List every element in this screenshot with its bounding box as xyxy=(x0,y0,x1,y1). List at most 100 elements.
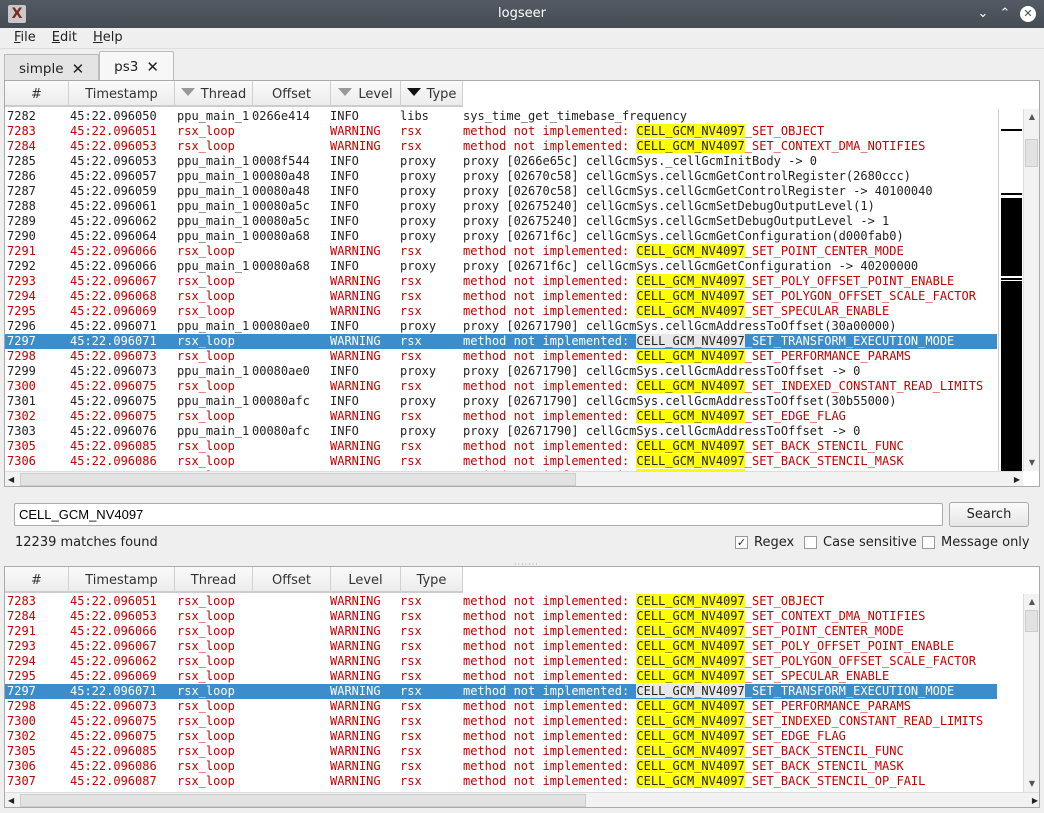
row-thread: rsx_loop xyxy=(177,289,235,303)
column-header-thread[interactable]: Thread xyxy=(175,567,253,593)
column-header-id[interactable]: # xyxy=(5,567,69,593)
message-text: method not implemented: xyxy=(463,684,637,698)
scroll-left-icon[interactable]: ◀ xyxy=(8,472,14,486)
table-row[interactable]: 7286 45:22.096057 ppu_main_1 00080a48 INFO pr… xyxy=(5,169,997,184)
column-header-type[interactable]: Type xyxy=(401,81,463,107)
scroll-down-icon[interactable]: ▼ xyxy=(1024,455,1039,471)
row-level: INFO xyxy=(330,199,359,213)
maximize-button[interactable]: ⌃ xyxy=(994,0,1016,28)
horizontal-scrollbar[interactable]: ◀ ▶ xyxy=(5,792,1039,807)
table-row[interactable]: 7299 45:22.096073 ppu_main_1 00080ae0 INFO pr… xyxy=(5,364,997,379)
horizontal-scrollbar[interactable]: ◀ ▶ xyxy=(5,471,1023,486)
row-id: 7284 xyxy=(7,139,36,153)
row-id: 7303 xyxy=(7,424,36,438)
table-row[interactable]: 7290 45:22.096064 ppu_main_1 00080a68 INFO pr… xyxy=(5,229,997,244)
row-type: rsx xyxy=(400,124,422,138)
message-only-checkbox[interactable]: Message only xyxy=(922,535,1030,550)
table-row[interactable]: 7283 45:22.096051 rsx_loop WARNING rsx method… xyxy=(5,124,997,139)
row-message: method not implemented: CELL_GCM_NV4097_… xyxy=(463,289,976,304)
table-row[interactable]: 7284 45:22.096053 rsx_loop WARNING rsx method… xyxy=(5,609,997,624)
vertical-scrollbar[interactable]: ▲ ▼ xyxy=(1023,594,1039,792)
table-row[interactable]: 7295 45:22.096069 rsx_loop WARNING rsx method… xyxy=(5,304,997,319)
table-row[interactable]: 7298 45:22.096073 rsx_loop WARNING rsx method… xyxy=(5,699,997,714)
column-label: Type xyxy=(416,572,447,588)
message-text: _SET_BACK_STENCIL_MASK xyxy=(744,454,904,468)
row-thread: ppu_main_1 xyxy=(177,229,250,243)
table-row[interactable]: 7292 45:22.096066 ppu_main_1 00080a68 INFO pr… xyxy=(5,259,997,274)
scroll-right-icon[interactable]: ▶ xyxy=(1014,472,1020,486)
tab-simple[interactable]: simple ✕ xyxy=(4,54,100,82)
row-thread: rsx_loop xyxy=(177,609,235,623)
row-timestamp: 45:22.096075 xyxy=(70,394,157,408)
menu-help[interactable]: Help xyxy=(85,28,131,48)
table-row[interactable]: 7287 45:22.096059 ppu_main_1 00080a48 INFO pr… xyxy=(5,184,997,199)
row-thread: ppu_main_1 xyxy=(177,424,250,438)
row-thread: rsx_loop xyxy=(177,729,235,743)
table-row[interactable]: 7295 45:22.096069 rsx_loop WARNING rsx method… xyxy=(5,669,997,684)
table-row[interactable]: 7298 45:22.096073 rsx_loop WARNING rsx method… xyxy=(5,349,997,364)
message-text: method not implemented: xyxy=(463,379,637,393)
table-row[interactable]: 7305 45:22.096085 rsx_loop WARNING rsx method… xyxy=(5,439,997,454)
scroll-up-icon[interactable]: ▲ xyxy=(1024,109,1039,125)
match-minimap[interactable] xyxy=(998,109,1023,471)
table-row[interactable]: 7289 45:22.096062 ppu_main_1 00080a5c INFO pr… xyxy=(5,214,997,229)
table-row[interactable]: 7284 45:22.096053 rsx_loop WARNING rsx method… xyxy=(5,139,997,154)
table-row[interactable]: 7294 45:22.096062 rsx_loop WARNING rsx method… xyxy=(5,654,997,669)
message-text: method not implemented: xyxy=(463,274,637,288)
table-row[interactable]: 7305 45:22.096085 rsx_loop WARNING rsx method… xyxy=(5,744,997,759)
table-row[interactable]: 7282 45:22.096050 ppu_main_1 0266e414 INFO li… xyxy=(5,109,997,124)
filter-icon[interactable] xyxy=(406,88,421,96)
search-input[interactable] xyxy=(14,503,943,526)
vertical-scrollbar[interactable]: ▲ ▼ xyxy=(1023,109,1039,471)
menu-edit[interactable]: Edit xyxy=(44,28,85,48)
column-header-timestamp[interactable]: Timestamp xyxy=(69,567,175,593)
message-text: _SET_SPECULAR_ENABLE xyxy=(744,304,890,318)
table-row[interactable]: 7293 45:22.096067 rsx_loop WARNING rsx method… xyxy=(5,639,997,654)
table-row[interactable]: 7291 45:22.096066 rsx_loop WARNING rsx method… xyxy=(5,244,997,259)
column-header-id[interactable]: # xyxy=(5,81,69,107)
table-row[interactable]: 7307 45:22.096087 rsx_loop WARNING rsx method… xyxy=(5,774,997,789)
column-header-level[interactable]: Level xyxy=(331,567,401,593)
column-header-offset[interactable]: Offset xyxy=(253,81,331,107)
table-row[interactable]: 7302 45:22.096075 rsx_loop WARNING rsx method… xyxy=(5,409,997,424)
row-message: proxy [02670c58] cellGcmSys.cellGcmGetCo… xyxy=(463,169,911,184)
case-sensitive-checkbox[interactable]: Case sensitive xyxy=(804,535,917,550)
table-row[interactable]: 7300 45:22.096075 rsx_loop WARNING rsx method… xyxy=(5,714,997,729)
row-level: WARNING xyxy=(330,699,381,713)
scroll-up-icon[interactable]: ▲ xyxy=(1024,594,1039,610)
close-button[interactable]: ✕ xyxy=(1020,6,1036,22)
table-row[interactable]: 7293 45:22.096067 rsx_loop WARNING rsx method… xyxy=(5,274,997,289)
filter-icon[interactable] xyxy=(338,88,353,96)
column-header-offset[interactable]: Offset xyxy=(253,567,331,593)
table-row[interactable]: 7283 45:22.096051 rsx_loop WARNING rsx method… xyxy=(5,594,997,609)
row-level: WARNING xyxy=(330,304,381,318)
table-row[interactable]: 7297 45:22.096071 rsx_loop WARNING rsx method… xyxy=(5,334,997,349)
column-header-thread[interactable]: Thread xyxy=(175,81,253,107)
column-header-level[interactable]: Level xyxy=(331,81,401,107)
table-row[interactable]: 7296 45:22.096071 ppu_main_1 00080ae0 INFO pr… xyxy=(5,319,997,334)
table-row[interactable]: 7294 45:22.096068 rsx_loop WARNING rsx method… xyxy=(5,289,997,304)
table-row[interactable]: 7297 45:22.096071 rsx_loop WARNING rsx method… xyxy=(5,684,997,699)
table-row[interactable]: 7300 45:22.096075 rsx_loop WARNING rsx method… xyxy=(5,379,997,394)
search-button[interactable]: Search xyxy=(949,502,1029,527)
table-row[interactable]: 7291 45:22.096066 rsx_loop WARNING rsx method… xyxy=(5,624,997,639)
tab-ps3[interactable]: ps3 ✕ xyxy=(99,51,174,82)
scroll-down-icon[interactable]: ▼ xyxy=(1024,776,1039,792)
column-header-timestamp[interactable]: Timestamp xyxy=(69,81,175,107)
scroll-left-icon[interactable]: ◀ xyxy=(8,793,14,807)
scroll-right-icon[interactable]: ▶ xyxy=(1032,793,1038,807)
menu-file[interactable]: File xyxy=(6,28,44,48)
table-row[interactable]: 7302 45:22.096075 rsx_loop WARNING rsx method… xyxy=(5,729,997,744)
column-header-type[interactable]: Type xyxy=(401,567,463,593)
table-row[interactable]: 7303 45:22.096076 ppu_main_1 00080afc INFO pr… xyxy=(5,424,997,439)
table-row[interactable]: 7288 45:22.096061 ppu_main_1 00080a5c INFO pr… xyxy=(5,199,997,214)
table-row[interactable]: 7285 45:22.096053 ppu_main_1 0008f544 INFO pr… xyxy=(5,154,997,169)
filter-icon[interactable] xyxy=(180,88,195,96)
table-row[interactable]: 7306 45:22.096086 rsx_loop WARNING rsx method… xyxy=(5,759,997,774)
table-row[interactable]: 7306 45:22.096086 rsx_loop WARNING rsx method… xyxy=(5,454,997,469)
close-tab-icon[interactable]: ✕ xyxy=(72,60,85,78)
table-row[interactable]: 7301 45:22.096075 ppu_main_1 00080afc INFO pr… xyxy=(5,394,997,409)
close-tab-icon[interactable]: ✕ xyxy=(146,58,159,76)
regex-checkbox[interactable]: ✓ Regex xyxy=(735,535,794,550)
minimize-button[interactable]: ⌄ xyxy=(972,0,994,28)
